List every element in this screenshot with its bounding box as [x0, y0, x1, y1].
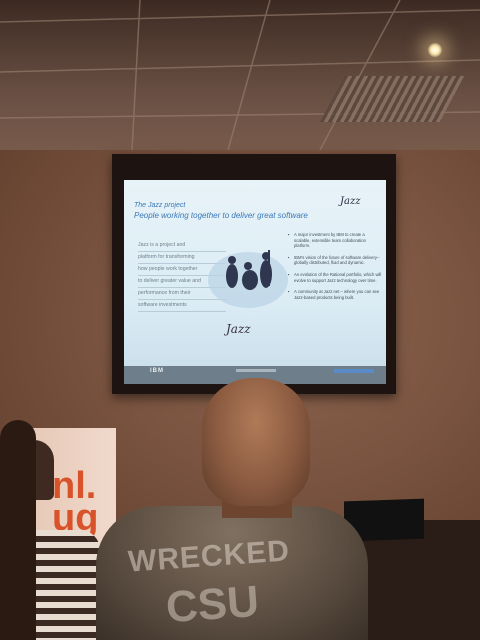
slide-bullet: An evolution of the Rational portfolio, … — [288, 272, 382, 283]
ibm-logo: IBM — [150, 368, 164, 374]
jazz-band-illustration — [208, 250, 288, 308]
photo-scene: Jazz The Jazz project People working tog… — [0, 0, 480, 640]
jazz-logo: Jazz — [226, 322, 251, 336]
slide-title: The Jazz project — [134, 202, 186, 209]
slide-bullet: A major investment by IBM to create a sc… — [288, 232, 382, 249]
banner-logo-text: nl. ug — [52, 465, 99, 539]
ceiling — [0, 0, 480, 160]
slide-bullets: A major investment by IBM to create a sc… — [288, 232, 382, 306]
audience-edge-silhouette — [0, 420, 36, 640]
slide-bullet: A community at Jazz.net – where you can … — [288, 289, 382, 300]
audience-head — [202, 378, 310, 506]
ceiling-light — [428, 43, 442, 57]
slide-jazz-mark: Jazz — [340, 196, 361, 207]
projector-screen: Jazz The Jazz project People working tog… — [124, 180, 386, 384]
ceiling-vent — [319, 76, 465, 122]
shirt-print-line2: CSU — [164, 576, 261, 633]
slide-subtitle: People working together to deliver great… — [134, 211, 308, 220]
slide-bullet: IBM's vision of the future of software d… — [288, 255, 382, 266]
slide-footer-text — [236, 369, 276, 372]
slide-footer-badge — [334, 369, 374, 373]
